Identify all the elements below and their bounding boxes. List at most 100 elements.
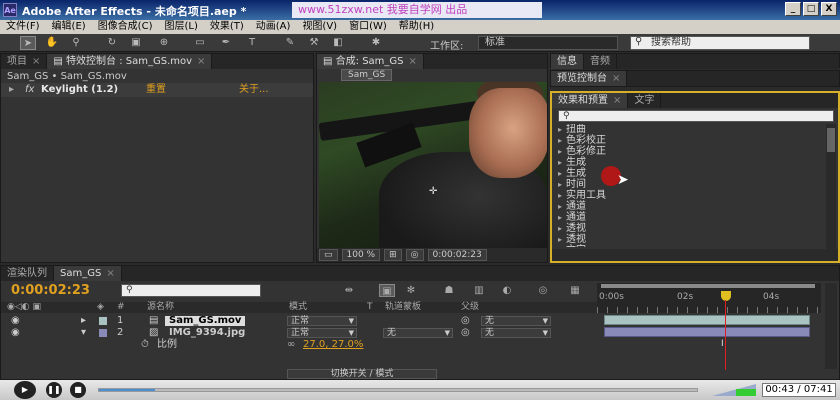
effects-scrollbar[interactable] bbox=[826, 124, 836, 250]
keyframe-icon[interactable]: I bbox=[721, 339, 724, 349]
expand-arrow-icon[interactable]: ▾ bbox=[81, 327, 86, 339]
menu-view[interactable]: 视图(V) bbox=[296, 20, 343, 34]
close-button[interactable]: X bbox=[821, 2, 837, 16]
close-icon[interactable]: × bbox=[32, 56, 40, 67]
effects-category[interactable]: ▸ 实用工具 bbox=[552, 190, 824, 201]
anchor-point-icon[interactable]: ✛ bbox=[429, 186, 437, 197]
hand-tool-icon[interactable]: ✋ bbox=[44, 36, 60, 50]
effects-category[interactable]: ▸ 色彩校正 bbox=[552, 135, 824, 146]
effect-row-keylight[interactable]: ▸ fx Keylight (1.2) 重置 关于... bbox=[1, 83, 313, 97]
pickwhip-icon[interactable]: ◎ bbox=[461, 315, 470, 327]
lock-icon[interactable]: ▤ bbox=[53, 56, 66, 67]
hide-shy-layers-icon[interactable]: ☗ bbox=[441, 284, 457, 297]
effects-category[interactable]: ▸ 生成 bbox=[552, 157, 824, 168]
always-preview-icon[interactable]: ▭ bbox=[319, 249, 338, 261]
menu-effect[interactable]: 效果(T) bbox=[204, 20, 250, 34]
menu-help[interactable]: 帮助(H) bbox=[393, 20, 440, 34]
expand-arrow-icon[interactable]: ▸ bbox=[558, 180, 562, 189]
tab-preview[interactable]: 预览控制台 × bbox=[551, 71, 628, 86]
effects-category[interactable]: ▸ 文字 bbox=[552, 245, 824, 247]
expand-arrow-icon[interactable]: ▸ bbox=[9, 84, 14, 95]
effects-category[interactable]: ▸ 时间 bbox=[552, 179, 824, 190]
close-icon[interactable]: × bbox=[612, 73, 620, 84]
toggle-switches-modes-button[interactable]: 切换开关 / 模式 bbox=[287, 369, 437, 379]
tab-effects-presets[interactable]: 效果和预置 × bbox=[552, 93, 629, 108]
parent-select[interactable]: 无 ▼ bbox=[481, 328, 551, 338]
snapshot-icon[interactable]: ◎ bbox=[405, 249, 424, 261]
maximize-button[interactable]: □ bbox=[803, 2, 819, 16]
effects-category[interactable]: ▸ 扭曲 bbox=[552, 124, 824, 135]
label-color-swatch[interactable] bbox=[99, 329, 107, 337]
expand-arrow-icon[interactable]: ▸ bbox=[558, 136, 562, 145]
work-area-bar[interactable] bbox=[601, 284, 815, 288]
property-scale-value[interactable]: 27.0, 27.0% bbox=[303, 339, 363, 351]
zoom-select[interactable]: 100 % bbox=[341, 249, 381, 261]
reset-link[interactable]: 重置 bbox=[146, 83, 166, 97]
menu-file[interactable]: 文件(F) bbox=[0, 20, 46, 34]
expand-arrow-icon[interactable]: ▸ bbox=[558, 224, 562, 233]
pause-button[interactable]: ❚❚ bbox=[46, 382, 62, 398]
help-search-input[interactable]: ⚲ 搜索帮助 bbox=[630, 36, 810, 50]
pickwhip-icon[interactable]: ◎ bbox=[461, 327, 470, 339]
menu-animation[interactable]: 动画(A) bbox=[250, 20, 297, 34]
timeline-layer-row[interactable]: ◉ ▸ 1 ▤ Sam_GS.mov 正常 ▼ ◎ 无 ▼ bbox=[1, 315, 597, 327]
safe-zones-icon[interactable]: ⊞ bbox=[384, 249, 402, 261]
effects-category[interactable]: ▸ 生成 bbox=[552, 168, 824, 179]
menu-layer[interactable]: 图层(L) bbox=[158, 20, 203, 34]
timeline-layer-row[interactable]: ◉ ▾ 2 ▨ IMG_9394.jpg 正常 ▼ 无 ▼ ◎ 无 ▼ bbox=[1, 327, 597, 339]
timeline-search-input[interactable]: ⚲ bbox=[121, 284, 261, 297]
viewer-timecode[interactable]: 0:00:02:23 bbox=[427, 249, 487, 261]
lock-icon[interactable]: ▤ bbox=[323, 56, 336, 67]
eraser-tool-icon[interactable]: ◧ bbox=[330, 36, 346, 50]
pen-tool-icon[interactable]: ✒ bbox=[218, 36, 234, 50]
timeline-scrollbar[interactable] bbox=[825, 283, 837, 369]
effects-category[interactable]: ▸ 透视 bbox=[552, 223, 824, 234]
tab-effect-controls[interactable]: ▤ 特效控制台 : Sam_GS.mov × bbox=[47, 54, 213, 69]
eye-icon[interactable]: ◉ bbox=[11, 327, 20, 339]
expand-arrow-icon[interactable]: ▸ bbox=[558, 125, 562, 134]
menu-composition[interactable]: 图像合成(C) bbox=[92, 20, 159, 34]
tab-timeline-sam-gs[interactable]: Sam_GS × bbox=[54, 266, 122, 281]
close-icon[interactable]: × bbox=[106, 268, 114, 279]
close-icon[interactable]: × bbox=[197, 56, 205, 67]
tab-composition[interactable]: ▤ 合成: Sam_GS × bbox=[317, 54, 424, 69]
scrollbar-thumb[interactable] bbox=[827, 128, 835, 152]
expand-arrow-icon[interactable]: ▸ bbox=[558, 158, 562, 167]
mode-select[interactable]: 正常 ▼ bbox=[287, 316, 357, 326]
constrain-proportions-icon[interactable]: ∞ bbox=[287, 339, 295, 351]
motion-blur-icon[interactable]: ◐ bbox=[499, 284, 515, 297]
live-update-icon[interactable]: ▣ bbox=[379, 284, 395, 297]
timeline-timecode[interactable]: 0:00:02:23 bbox=[11, 283, 90, 298]
track-matte-select[interactable]: 无 ▼ bbox=[383, 328, 453, 338]
fx-toggle[interactable]: fx bbox=[25, 83, 34, 97]
comp-breadcrumb-tab[interactable]: Sam_GS bbox=[341, 69, 393, 81]
eye-icon[interactable]: ◉ bbox=[11, 315, 20, 327]
tab-render-queue[interactable]: 渲染队列 bbox=[1, 266, 54, 281]
close-icon[interactable]: × bbox=[613, 95, 621, 106]
stopwatch-icon[interactable]: ⏱ bbox=[141, 339, 149, 351]
about-link[interactable]: 关于... bbox=[239, 83, 269, 97]
brush-tool-icon[interactable]: ✎ bbox=[282, 36, 298, 50]
expand-arrow-icon[interactable]: ▸ bbox=[81, 315, 86, 327]
effects-category[interactable]: ▸ 通道 bbox=[552, 212, 824, 223]
layer-name[interactable]: Sam_GS.mov bbox=[165, 316, 246, 326]
camera-tool-icon[interactable]: ▣ bbox=[128, 36, 144, 50]
tab-project[interactable]: 项目 × bbox=[1, 54, 48, 69]
brainstorm-icon[interactable]: ▦ bbox=[567, 284, 583, 297]
pan-behind-tool-icon[interactable]: ⊕ bbox=[156, 36, 172, 50]
puppet-tool-icon[interactable]: ✱ bbox=[368, 36, 384, 50]
workspace-select[interactable]: 标准 bbox=[478, 36, 618, 50]
composition-viewer[interactable]: ✛ bbox=[319, 82, 547, 248]
selection-tool-icon[interactable]: ➤ bbox=[20, 36, 36, 50]
rotate-tool-icon[interactable]: ↻ bbox=[104, 36, 120, 50]
tab-audio[interactable]: 音频 bbox=[584, 54, 617, 69]
tab-info[interactable]: 信息 bbox=[551, 54, 584, 69]
layer-duration-bar[interactable] bbox=[604, 315, 810, 325]
layer-name[interactable]: IMG_9394.jpg bbox=[165, 328, 249, 338]
expand-arrow-icon[interactable]: ▸ bbox=[558, 213, 562, 222]
expand-arrow-icon[interactable]: ▸ bbox=[558, 246, 562, 247]
timeline-property-row[interactable]: ⏱ 比例 ∞ 27.0, 27.0% bbox=[1, 339, 597, 351]
close-icon[interactable]: × bbox=[409, 56, 417, 67]
comp-mini-flowchart-icon[interactable]: ⇹ bbox=[341, 284, 357, 297]
mask-tool-icon[interactable]: ▭ bbox=[192, 36, 208, 50]
